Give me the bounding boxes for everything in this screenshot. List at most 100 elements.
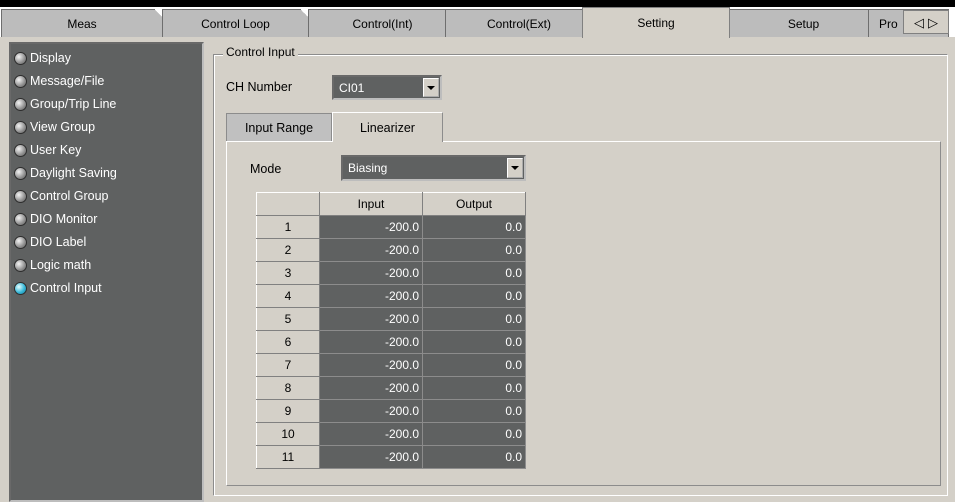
sidebar-item-view-group[interactable]: View Group bbox=[14, 116, 95, 138]
output-cell[interactable]: 0.0 bbox=[422, 261, 526, 285]
table-row: 3 -200.0 0.0 bbox=[256, 261, 526, 285]
tab-input-range[interactable]: Input Range bbox=[226, 113, 332, 141]
group-title: Control Input bbox=[223, 45, 298, 59]
output-cell[interactable]: 0.0 bbox=[422, 284, 526, 308]
row-number: 2 bbox=[256, 238, 320, 262]
input-cell[interactable]: -200.0 bbox=[319, 353, 423, 377]
radio-dot-icon bbox=[14, 51, 27, 65]
mode-label: Mode bbox=[250, 162, 282, 176]
input-cell[interactable]: -200.0 bbox=[319, 376, 423, 400]
row-number: 3 bbox=[256, 261, 320, 285]
row-number: 4 bbox=[256, 284, 320, 308]
chevron-down-icon[interactable] bbox=[507, 158, 523, 178]
sidebar-item-label: Display bbox=[30, 51, 71, 65]
sidebar-item-label: Control Group bbox=[30, 189, 109, 203]
sidebar-item-user-key[interactable]: User Key bbox=[14, 139, 81, 161]
sidebar-item-display[interactable]: Display bbox=[14, 47, 71, 69]
scroll-right-icon[interactable]: ▷ bbox=[928, 16, 938, 29]
row-number: 7 bbox=[256, 353, 320, 377]
tab-control-int[interactable]: Control(Int) bbox=[308, 9, 457, 37]
input-cell[interactable]: -200.0 bbox=[319, 284, 423, 308]
table-row: 9 -200.0 0.0 bbox=[256, 399, 526, 423]
row-number: 11 bbox=[256, 445, 320, 469]
row-number: 9 bbox=[256, 399, 320, 423]
radio-dot-icon bbox=[14, 74, 27, 88]
chevron-down-icon[interactable] bbox=[423, 78, 439, 97]
table-row: 11 -200.0 0.0 bbox=[256, 445, 526, 469]
mode-value: Biasing bbox=[348, 161, 388, 175]
sidebar-item-label: Logic math bbox=[30, 258, 92, 272]
tab-linearizer[interactable]: Linearizer bbox=[332, 112, 443, 142]
sidebar-item-message-file[interactable]: Message/File bbox=[14, 70, 104, 92]
main-tab-bar: Meas Control Loop Control(Int) Control(E… bbox=[0, 7, 955, 38]
ch-number-value: CI01 bbox=[339, 80, 365, 95]
top-strip-block bbox=[0, 0, 95, 7]
control-input-panel: Control Input CH Number CI01 Input Range… bbox=[210, 42, 954, 502]
input-cell[interactable]: -200.0 bbox=[319, 422, 423, 446]
sidebar-item-daylight-saving[interactable]: Daylight Saving bbox=[14, 162, 117, 184]
row-number: 1 bbox=[256, 215, 320, 239]
radio-dot-selected-icon bbox=[14, 281, 27, 295]
tab-control-loop[interactable]: Control Loop bbox=[162, 9, 309, 37]
mode-select[interactable]: Biasing bbox=[341, 155, 526, 181]
output-cell[interactable]: 0.0 bbox=[422, 238, 526, 262]
table-row: 2 -200.0 0.0 bbox=[256, 238, 526, 262]
ch-number-select[interactable]: CI01 bbox=[332, 75, 442, 100]
output-cell[interactable]: 0.0 bbox=[422, 353, 526, 377]
tab-label: Setup bbox=[787, 16, 820, 31]
input-cell[interactable]: -200.0 bbox=[319, 238, 423, 262]
input-cell[interactable]: -200.0 bbox=[319, 445, 423, 469]
table-row: 6 -200.0 0.0 bbox=[256, 330, 526, 354]
sidebar-item-dio-monitor[interactable]: DIO Monitor bbox=[14, 208, 97, 230]
table-row: 1 -200.0 0.0 bbox=[256, 215, 526, 239]
sidebar-item-group-trip-line[interactable]: Group/Trip Line bbox=[14, 93, 116, 115]
sidebar-item-label: View Group bbox=[30, 120, 96, 134]
tab-control-ext[interactable]: Control(Ext) bbox=[445, 9, 593, 37]
input-cell[interactable]: -200.0 bbox=[319, 261, 423, 285]
row-number: 10 bbox=[256, 422, 320, 446]
linearizer-table: Input Output 1 -200.0 0.0 2 -200.0 0.0 3 -200… bbox=[256, 192, 526, 469]
table-row: 7 -200.0 0.0 bbox=[256, 353, 526, 377]
sidebar-item-control-input[interactable]: Control Input bbox=[14, 277, 102, 299]
tab-meas[interactable]: Meas bbox=[1, 9, 163, 37]
tab-label: Control(Int) bbox=[352, 16, 413, 31]
scroll-left-icon[interactable]: ◁ bbox=[914, 16, 924, 29]
radio-dot-icon bbox=[14, 212, 27, 226]
tab-label: Setting bbox=[637, 16, 675, 30]
sidebar-item-control-group[interactable]: Control Group bbox=[14, 185, 109, 207]
table-corner bbox=[256, 192, 320, 216]
top-black-strip bbox=[0, 0, 955, 7]
tab-label: Meas bbox=[67, 16, 97, 31]
tab-setup[interactable]: Setup bbox=[729, 9, 878, 37]
settings-sidebar: Display Message/File Group/Trip Line Vie… bbox=[9, 42, 204, 502]
sidebar-item-label: Control Input bbox=[30, 281, 102, 295]
input-cell[interactable]: -200.0 bbox=[319, 307, 423, 331]
row-number: 6 bbox=[256, 330, 320, 354]
tab-scroll-arrows: ◁ ▷ bbox=[903, 10, 949, 34]
sidebar-item-logic-math[interactable]: Logic math bbox=[14, 254, 91, 276]
tab-label: Input Range bbox=[244, 120, 314, 135]
output-cell[interactable]: 0.0 bbox=[422, 422, 526, 446]
tab-label: Control Loop bbox=[201, 16, 270, 31]
tab-setting[interactable]: Setting bbox=[582, 7, 730, 38]
output-cell[interactable]: 0.0 bbox=[422, 399, 526, 423]
sidebar-item-label: DIO Monitor bbox=[30, 212, 98, 226]
input-cell[interactable]: -200.0 bbox=[319, 330, 423, 354]
output-cell[interactable]: 0.0 bbox=[422, 215, 526, 239]
row-number: 8 bbox=[256, 376, 320, 400]
output-cell[interactable]: 0.0 bbox=[422, 307, 526, 331]
output-cell[interactable]: 0.0 bbox=[422, 445, 526, 469]
tab-label: Control(Ext) bbox=[486, 16, 551, 31]
column-header-output: Output bbox=[422, 192, 526, 216]
radio-dot-icon bbox=[14, 120, 27, 134]
input-cell[interactable]: -200.0 bbox=[319, 399, 423, 423]
tab-label: Linearizer bbox=[360, 120, 415, 135]
sidebar-item-dio-label[interactable]: DIO Label bbox=[14, 231, 86, 253]
output-cell[interactable]: 0.0 bbox=[422, 376, 526, 400]
input-cell[interactable]: -200.0 bbox=[319, 215, 423, 239]
table-row: 5 -200.0 0.0 bbox=[256, 307, 526, 331]
row-number: 5 bbox=[256, 307, 320, 331]
output-cell[interactable]: 0.0 bbox=[422, 330, 526, 354]
sidebar-item-label: Message/File bbox=[30, 74, 105, 88]
table-row: 4 -200.0 0.0 bbox=[256, 284, 526, 308]
